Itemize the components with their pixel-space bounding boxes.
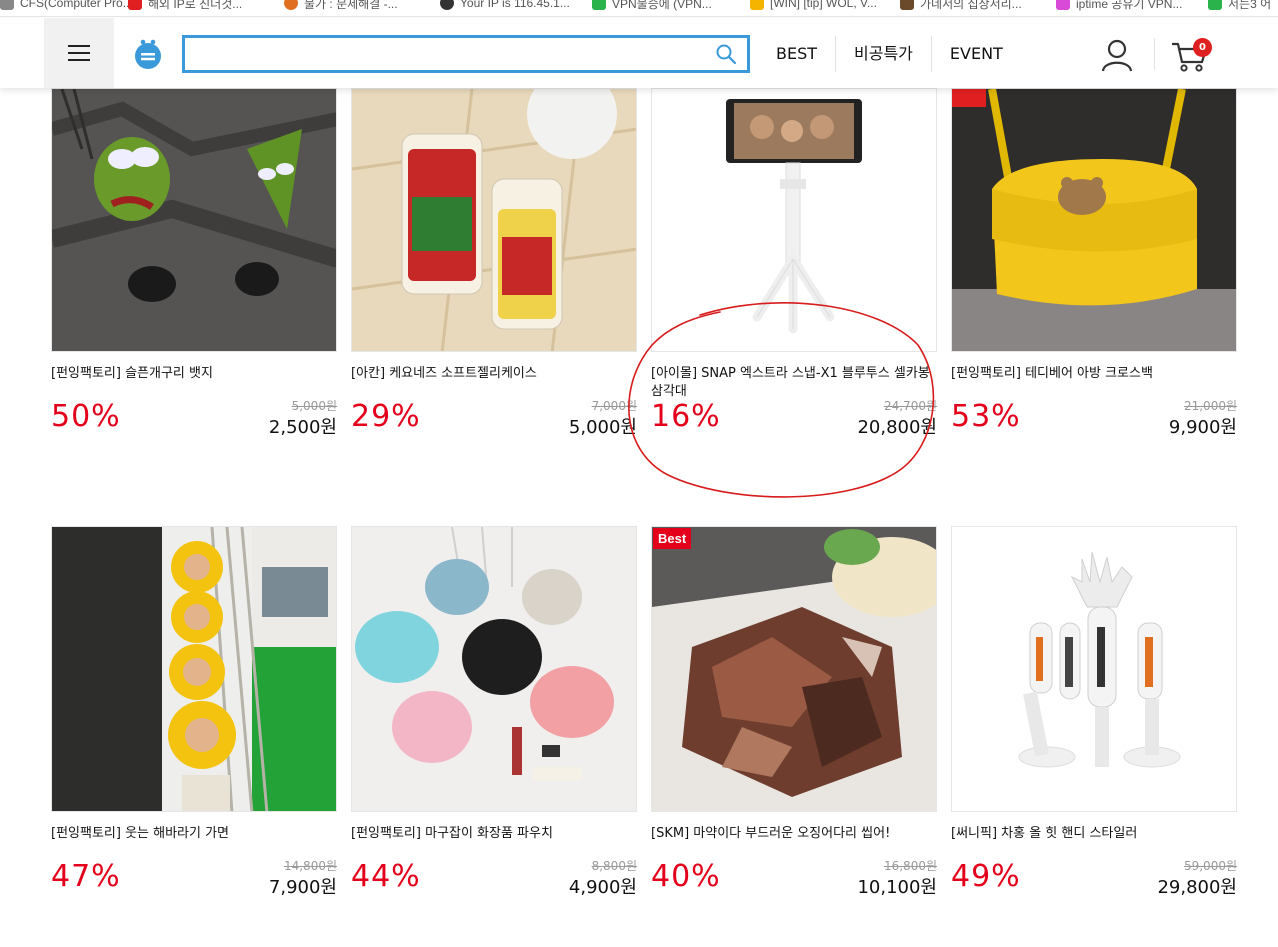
product-card[interactable]: [아이몰] SNAP 엑스트라 스냅-X1 블루투스 셀카봉 삼각대 16% 2… [651, 88, 937, 451]
bookmark-favicon-icon [128, 0, 142, 10]
bookmark-item[interactable]: iptime 공유기 VPN... [1056, 0, 1182, 12]
product-image[interactable] [51, 526, 337, 812]
search-icon[interactable] [715, 43, 737, 65]
best-badge: Best [653, 528, 692, 549]
price-row: 50% 5,000원 2,500원 [51, 399, 337, 451]
product-image[interactable] [351, 526, 637, 812]
discount-rate: 29% [351, 399, 421, 434]
nav-special-deals[interactable]: 비공특가 [836, 36, 932, 72]
product-title[interactable]: [써니픽] 차홍 올 힛 핸디 스타일러 [951, 825, 1237, 861]
product-card[interactable]: [펀잉팩토리] 슬픈개구리 뱃지 50% 5,000원 2,500원 [51, 88, 337, 451]
nav-best[interactable]: BEST [758, 36, 837, 72]
price-row: 53% 21,000원 9,900원 [951, 399, 1237, 451]
original-price: 7,000원 [591, 399, 637, 413]
search-box [182, 35, 750, 73]
product-card[interactable]: [펀잉팩토리] 마구잡이 화장품 파우치 44% 8,800원 4,900원 [351, 526, 637, 911]
sale-price: 5,000원 [568, 417, 637, 438]
bookmark-favicon-icon [440, 0, 454, 10]
site-logo[interactable] [133, 38, 163, 70]
product-title[interactable]: [SKM] 마약이다 부드러운 오징어다리 씹어! [651, 825, 937, 861]
bookmark-favicon-icon [750, 0, 764, 10]
bookmark-favicon-icon [0, 0, 14, 10]
sale-price: 9,900원 [1168, 417, 1237, 438]
user-icon[interactable] [1100, 38, 1134, 72]
price-row: 40% 16,800원 10,100원 [651, 859, 937, 911]
original-price: 24,700원 [883, 399, 937, 413]
bookmark-item[interactable]: 해외 IP로 진더것... [128, 0, 242, 12]
sale-price: 2,500원 [268, 417, 337, 438]
original-price: 59,000원 [1183, 859, 1237, 873]
bookmark-item[interactable]: CFS(Computer Pro... [0, 0, 133, 12]
bookmark-favicon-icon [900, 0, 914, 10]
bookmark-item[interactable]: 가네서의 집상서리... [900, 0, 1022, 12]
product-title[interactable]: [아칸] 케요네즈 소프트젤리케이스 [351, 365, 637, 401]
original-price: 5,000원 [291, 399, 337, 413]
bookmark-favicon-icon [1056, 0, 1070, 10]
product-image[interactable] [951, 88, 1237, 352]
original-price: 21,000원 [1183, 399, 1237, 413]
cart-count-badge: 0 [1193, 38, 1212, 57]
sale-price: 4,900원 [568, 877, 637, 898]
main-nav: BEST 비공특가 EVENT [758, 36, 1021, 72]
price-row: 49% 59,000원 29,800원 [951, 859, 1237, 911]
sale-price: 29,800원 [1157, 877, 1237, 898]
sale-price: 20,800원 [857, 417, 937, 438]
product-image[interactable] [351, 88, 637, 352]
price-row: 44% 8,800원 4,900원 [351, 859, 637, 911]
product-title[interactable]: [펀잉팩토리] 웃는 해바라기 가면 [51, 825, 337, 861]
product-title[interactable]: [펀잉팩토리] 마구잡이 화장품 파우치 [351, 825, 637, 861]
menu-button[interactable] [44, 18, 114, 88]
discount-rate: 40% [651, 859, 721, 894]
bookmarks-bar: CFS(Computer Pro... 해외 IP로 진더것... 불가 : 문… [0, 0, 1278, 17]
bookmark-favicon-icon [592, 0, 606, 10]
discount-rate: 49% [951, 859, 1021, 894]
bookmark-favicon-icon [1208, 0, 1222, 10]
discount-rate: 16% [651, 399, 721, 434]
product-card[interactable]: [써니픽] 차홍 올 힛 핸디 스타일러 49% 59,000원 29,800원 [951, 526, 1237, 911]
bookmark-favicon-icon [284, 0, 298, 10]
product-image[interactable] [651, 88, 937, 352]
product-image[interactable] [951, 526, 1237, 812]
bookmark-item[interactable]: 불가 : 문제해결 -... [284, 0, 398, 12]
product-card[interactable]: Best [SKM] 마약이다 부드러운 오징어다리 씹어! 40% 16,80… [651, 526, 937, 911]
discount-rate: 44% [351, 859, 421, 894]
price-row: 29% 7,000원 5,000원 [351, 399, 637, 451]
site-header: BEST 비공특가 EVENT 0 [0, 18, 1278, 88]
original-price: 8,800원 [591, 859, 637, 873]
sale-price: 10,100원 [857, 877, 937, 898]
hamburger-icon [68, 45, 90, 61]
price-row: 16% 24,700원 20,800원 [651, 399, 937, 451]
product-card[interactable]: [펀잉팩토리] 테디베어 아방 크로스백 53% 21,000원 9,900원 [951, 88, 1237, 451]
original-price: 14,800원 [283, 859, 337, 873]
nav-event[interactable]: EVENT [932, 36, 1021, 72]
discount-rate: 47% [51, 859, 121, 894]
discount-rate: 53% [951, 399, 1021, 434]
product-card[interactable]: [펀잉팩토리] 웃는 해바라기 가면 47% 14,800원 7,900원 [51, 526, 337, 911]
price-row: 47% 14,800원 7,900원 [51, 859, 337, 911]
bookmark-item[interactable]: VPN불승에 (VPN... [592, 0, 712, 12]
product-title[interactable]: [펀잉팩토리] 테디베어 아방 크로스백 [951, 365, 1237, 401]
product-title[interactable]: [펀잉팩토리] 슬픈개구리 뱃지 [51, 365, 337, 401]
bookmark-item[interactable]: [WIN] [tip] WOL, V... [750, 0, 877, 12]
product-title[interactable]: [아이몰] SNAP 엑스트라 스냅-X1 블루투스 셀카봉 삼각대 [651, 365, 937, 401]
original-price: 16,800원 [883, 859, 937, 873]
bookmark-item[interactable]: 서는3 어 [1208, 0, 1271, 12]
search-input[interactable] [185, 38, 705, 70]
product-image[interactable] [51, 88, 337, 352]
bookmark-item[interactable]: Your IP is 116.45.1... [440, 0, 570, 12]
sale-price: 7,900원 [268, 877, 337, 898]
product-card[interactable]: [아칸] 케요네즈 소프트젤리케이스 29% 7,000원 5,000원 [351, 88, 637, 451]
discount-rate: 50% [51, 399, 121, 434]
product-image[interactable]: Best [651, 526, 937, 812]
header-divider [1154, 38, 1155, 70]
